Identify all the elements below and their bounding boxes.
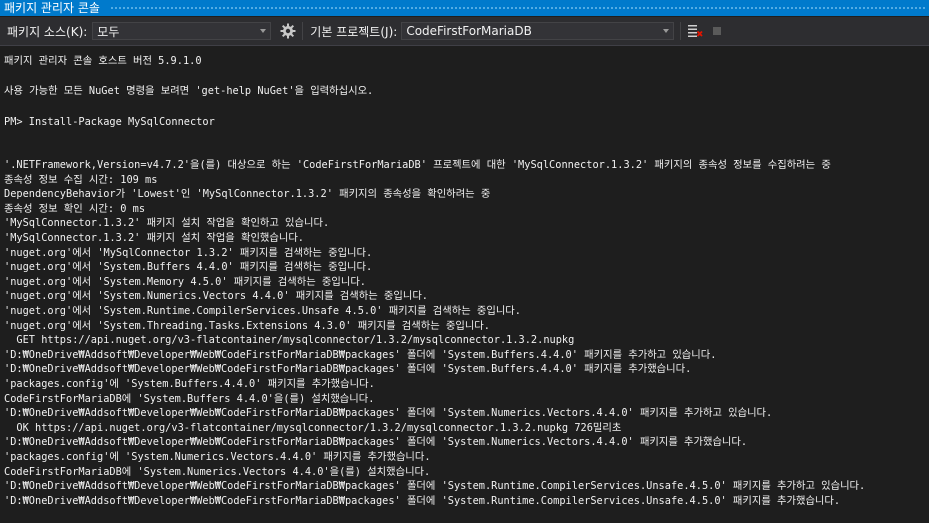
- console-output-line: 'D:₩OneDrive₩Addsoft₩Developer₩Web₩CodeF…: [4, 363, 692, 376]
- gear-icon[interactable]: [280, 23, 296, 39]
- console-help-line: 사용 가능한 모든 NuGet 명령을 보려면 'get-help NuGet'…: [4, 85, 374, 97]
- console-output-line: GET https://api.nuget.org/v3-flatcontain…: [4, 334, 575, 347]
- console-header-line: 패키지 관리자 콘솔 호스트 버전 5.9.1.0: [4, 55, 202, 67]
- console-output-line: DependencyBehavior가 'Lowest'인 'MySqlConn…: [4, 188, 491, 201]
- default-project-value: CodeFirstForMariaDB: [406, 24, 532, 38]
- package-source-label: 패키지 소스(K):: [7, 24, 88, 39]
- console-output-line: 'nuget.org'에서 'System.Memory 4.5.0' 패키지를…: [4, 275, 366, 288]
- package-source-value: 모두: [97, 24, 120, 39]
- console-output-line: 종속성 정보 수집 시간: 109 ms: [4, 173, 158, 186]
- console-output[interactable]: 패키지 관리자 콘솔 호스트 버전 5.9.1.0 사용 가능한 모든 NuGe…: [0, 46, 929, 523]
- chevron-down-icon: [663, 29, 670, 33]
- toolbar-separator: [680, 22, 682, 40]
- clear-console-icon[interactable]: [687, 24, 703, 38]
- console-output-line: 'D:₩OneDrive₩Addsoft₩Developer₩Web₩CodeF…: [4, 494, 841, 507]
- console-output-line: 'nuget.org'에서 'MySqlConnector 1.3.2' 패키지…: [4, 246, 373, 259]
- console-output-line: 'MySqlConnector.1.3.2' 패키지 설치 작업을 확인했습니다…: [4, 232, 305, 244]
- console-output-line: 'nuget.org'에서 'System.Runtime.CompilerSe…: [4, 305, 521, 317]
- console-output-line: 'D:₩OneDrive₩Addsoft₩Developer₩Web₩CodeF…: [4, 348, 717, 361]
- window-title-bar: 패키지 관리자 콘솔: [0, 0, 929, 16]
- toolbar-separator: [302, 22, 304, 40]
- package-source-dropdown[interactable]: 모두: [92, 22, 272, 40]
- console-output-line: '.NETFramework,Version=v4.7.2'을(를) 대상으로 …: [4, 159, 831, 171]
- console-toolbar: 패키지 소스(K): 모두 기본 프로젝트(J): CodeFirstForMa…: [0, 17, 929, 46]
- chevron-down-icon: [260, 29, 267, 33]
- console-output-line: 'D:₩OneDrive₩Addsoft₩Developer₩Web₩CodeF…: [4, 407, 773, 420]
- console-output-line: CodeFirstForMariaDB에 'System.Buffers 4.4…: [4, 392, 375, 405]
- console-output-line: 'packages.config'에 'System.Numerics.Vect…: [4, 451, 431, 463]
- console-output-line: 'D:₩OneDrive₩Addsoft₩Developer₩Web₩CodeF…: [4, 480, 866, 493]
- stop-icon[interactable]: [713, 27, 722, 35]
- console-output-line: 'D:₩OneDrive₩Addsoft₩Developer₩Web₩CodeF…: [4, 436, 748, 449]
- console-output-line: 종속성 정보 확인 시간: 0 ms: [4, 202, 146, 215]
- console-output-line: 'MySqlConnector.1.3.2' 패키지 설치 작업을 확인하고 있…: [4, 217, 330, 230]
- default-project-dropdown[interactable]: CodeFirstForMariaDB: [401, 22, 675, 40]
- window-title: 패키지 관리자 콘솔: [0, 0, 106, 16]
- console-output-line: OK https://api.nuget.org/v3-flatcontaine…: [4, 421, 622, 434]
- title-bar-grip[interactable]: [109, 5, 925, 11]
- console-output-line: 'packages.config'에 'System.Buffers.4.4.0…: [4, 378, 375, 390]
- console-prompt-line: PM> Install-Package MySqlConnector: [4, 116, 215, 128]
- console-output-line: 'nuget.org'에서 'System.Numerics.Vectors 4…: [4, 290, 428, 303]
- default-project-label: 기본 프로젝트(J):: [310, 24, 398, 39]
- console-output-line: 'nuget.org'에서 'System.Buffers 4.4.0' 패키지…: [4, 261, 373, 274]
- console-output-line: 'nuget.org'에서 'System.Threading.Tasks.Ex…: [4, 319, 490, 332]
- console-output-line: CodeFirstForMariaDB에 'System.Numerics.Ve…: [4, 465, 431, 478]
